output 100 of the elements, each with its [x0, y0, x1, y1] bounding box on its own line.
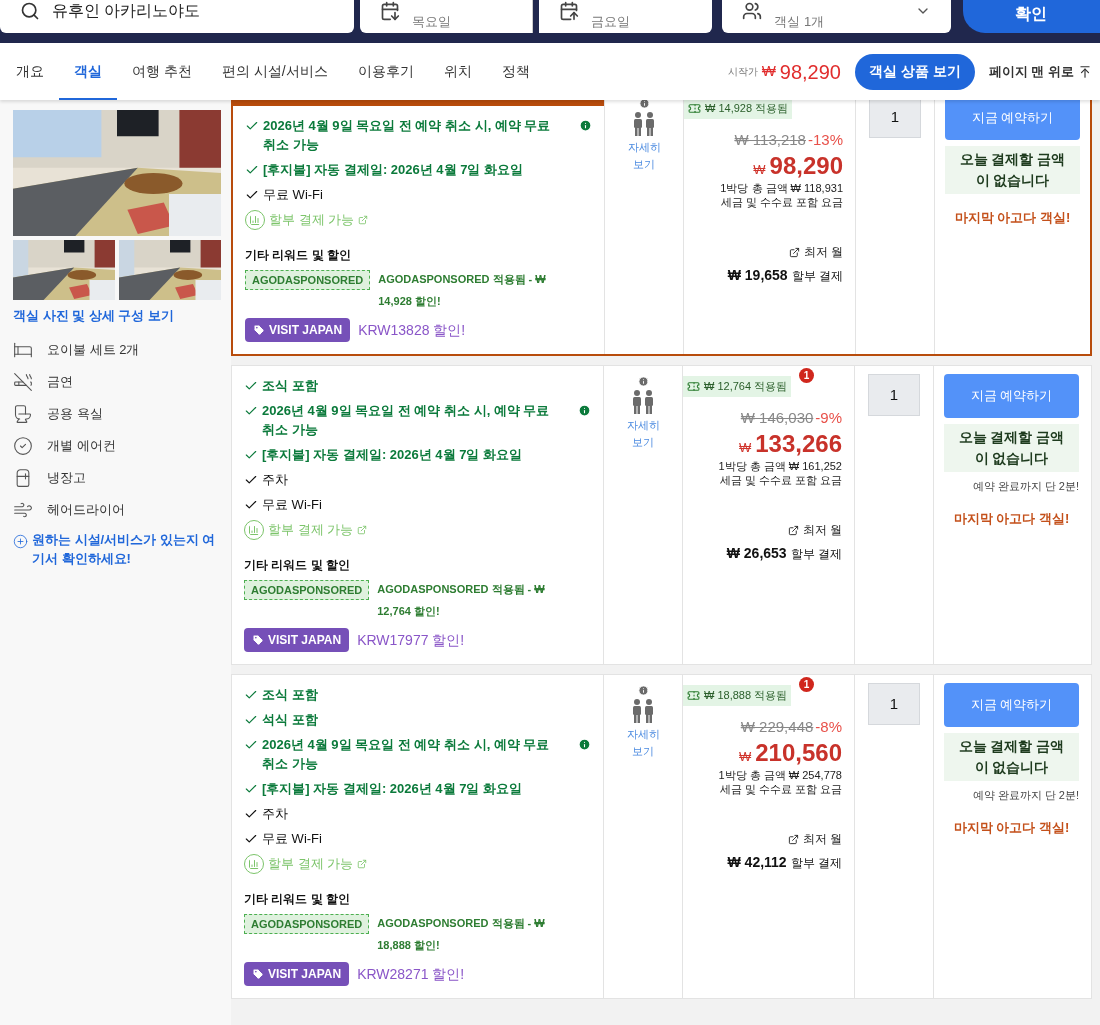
amenity-text: 금연 — [47, 372, 73, 391]
applied-text: ₩ 12,764 적용됨 — [704, 379, 788, 394]
section-tab[interactable]: 개요 — [16, 43, 59, 100]
pay-note: 오늘 결제할 금액이 없습니다 — [944, 733, 1079, 781]
coupon-label: VISIT JAPAN — [269, 322, 343, 339]
section-tab[interactable]: 위치 — [428, 43, 487, 100]
promo-text: AGODASPONSORED 적용됨 - ₩ 12,764 할인! — [377, 582, 546, 619]
confirm-button[interactable]: 확인 — [962, 0, 1100, 33]
tag-icon — [252, 634, 264, 646]
monthly-suffix: 할부 결제 — [790, 546, 842, 563]
detail-link[interactable]: 자세히 보기 — [621, 726, 665, 760]
monthly-label: 최저 월 — [802, 831, 842, 848]
monthly-amount: ₩ 19,658 — [727, 266, 788, 285]
quantity-select[interactable]: 1 — [868, 374, 920, 416]
feature-text: 석식 포함 — [262, 711, 319, 729]
search-field[interactable]: 유후인 아카리노야도 — [0, 0, 354, 33]
last-room-text: 마지막 아고다 객실! — [953, 818, 1070, 837]
two-people-icon — [630, 698, 656, 724]
amenity-text: 헤어드라이어 — [47, 500, 125, 519]
book-now-button[interactable]: 지금 예약하기 — [944, 683, 1079, 727]
toilet-icon — [13, 403, 33, 424]
section-tab[interactable]: 편의 시설/서비스 — [206, 43, 343, 100]
rewards-title: 기타 리워드 및 할인 — [244, 891, 351, 908]
tax-note: 세금 및 수수료 포함 요금 — [719, 782, 842, 796]
price-from-currency: ₩ — [761, 61, 776, 82]
weekday-text: 목요일 — [411, 12, 451, 31]
feature-text: 무료 Wi-Fi — [263, 186, 324, 204]
calendar-icon — [379, 1, 400, 21]
price-from-label: 시작가 — [727, 65, 758, 79]
check-icon — [244, 379, 258, 393]
photos-link[interactable]: 객실 사진 및 상세 구성 보기 — [13, 306, 222, 326]
urgency-text: 예약 완료까지 단 2분! — [972, 479, 1079, 494]
ticket-icon — [687, 379, 700, 393]
external-link-icon — [358, 215, 369, 225]
promo-text: AGODASPONSORED 적용됨 - ₩ 14,928 할인! — [378, 272, 547, 309]
guests-icon — [742, 1, 763, 21]
search-icon — [20, 1, 40, 21]
total-price: 1박당 총 금액 ₩ 254,778 — [718, 768, 842, 782]
coupon-text: KRW13828 할인! — [358, 320, 466, 340]
amenity-text: 요이불 세트 2개 — [47, 340, 140, 359]
quantity-select[interactable]: 1 — [869, 100, 921, 138]
feature-text: 주차 — [262, 471, 289, 489]
section-tab[interactable]: 정책 — [486, 43, 545, 100]
monthly-label: 최저 월 — [802, 522, 842, 539]
book-now-button[interactable]: 지금 예약하기 — [945, 100, 1080, 140]
total-price: 1박당 총 금액 ₩ 118,931 — [720, 181, 843, 195]
feature-text: 2026년 4월 9일 목요일 전 예약 취소 시, 예약 무료 취소 가능 — [262, 402, 551, 439]
check-icon — [244, 807, 258, 821]
request-link[interactable]: 원하는 시설/서비스가 있는지 여기서 확인하세요! — [32, 529, 222, 568]
external-link-icon — [788, 246, 800, 258]
feature-text: 무료 Wi-Fi — [262, 830, 323, 848]
view-rooms-button[interactable]: 객실 상품 보기 — [855, 53, 975, 90]
discount-percent: -8% — [815, 716, 842, 737]
price: 133,266 — [755, 429, 842, 459]
rooms-text: 객실 1개 — [774, 12, 825, 31]
guests-field[interactable]: 객실 1개 — [722, 0, 951, 33]
pay-note: 오늘 결제할 금액이 없습니다 — [945, 146, 1080, 194]
quantity-select[interactable]: 1 — [868, 683, 920, 725]
ticket-icon — [687, 688, 700, 702]
coupon-label: VISIT JAPAN — [268, 632, 342, 649]
promo-text: AGODASPONSORED 적용됨 - ₩ 18,888 할인! — [377, 916, 546, 953]
check-icon — [244, 782, 258, 796]
search-value: 유후인 아카리노야도 — [52, 1, 201, 21]
no-smoking-icon — [13, 371, 33, 392]
feature-text: 조식 포함 — [262, 686, 319, 704]
currency-symbol: ₩ — [753, 161, 766, 179]
date-field[interactable]: 금요일 — [539, 0, 713, 33]
amenity-text: 냉장고 — [47, 468, 86, 487]
original-price: ₩ 229,448 — [740, 716, 814, 737]
urgency-text: 예약 완료까지 단 2분! — [972, 788, 1079, 803]
promo-tag: AGODASPONSORED — [244, 580, 370, 600]
book-now-button[interactable]: 지금 예약하기 — [944, 374, 1079, 418]
tag-icon — [252, 968, 264, 980]
detail-link[interactable]: 자세히 보기 — [622, 139, 666, 173]
original-price: ₩ 113,218 — [734, 129, 806, 150]
monthly-suffix: 할부 결제 — [791, 268, 843, 285]
discount-percent: -9% — [815, 407, 842, 428]
check-icon — [244, 498, 258, 512]
info-icon — [637, 376, 649, 387]
feature-text: 2026년 4월 9일 목요일 전 예약 취소 시, 예약 무료 취소 가능 — [262, 736, 551, 773]
applied-text: ₩ 18,888 적용됨 — [704, 688, 788, 703]
section-tab[interactable]: 이용후기 — [342, 43, 429, 100]
back-to-top-link[interactable]: 페이지 맨 위로 — [988, 61, 1092, 82]
detail-link[interactable]: 자세히 보기 — [621, 417, 665, 451]
check-circle-icon — [13, 435, 33, 456]
monthly-suffix: 할부 결제 — [790, 855, 842, 872]
date-field[interactable]: 목요일 — [359, 0, 534, 33]
external-link-icon — [357, 525, 368, 535]
count-badge: 1 — [799, 368, 814, 383]
total-price: 1박당 총 금액 ₩ 161,252 — [718, 459, 842, 473]
amenity-text: 개별 에어컨 — [47, 436, 116, 455]
currency-symbol: ₩ — [738, 748, 752, 766]
check-icon — [244, 713, 258, 727]
monthly-label: 최저 월 — [803, 244, 843, 261]
arrow-up-icon — [1078, 64, 1092, 79]
amenity-text: 공용 욕실 — [47, 404, 103, 423]
external-link-icon — [787, 833, 799, 845]
section-tab[interactable]: 여행 추천 — [117, 43, 207, 100]
check-icon — [244, 473, 258, 487]
check-icon — [244, 688, 258, 702]
